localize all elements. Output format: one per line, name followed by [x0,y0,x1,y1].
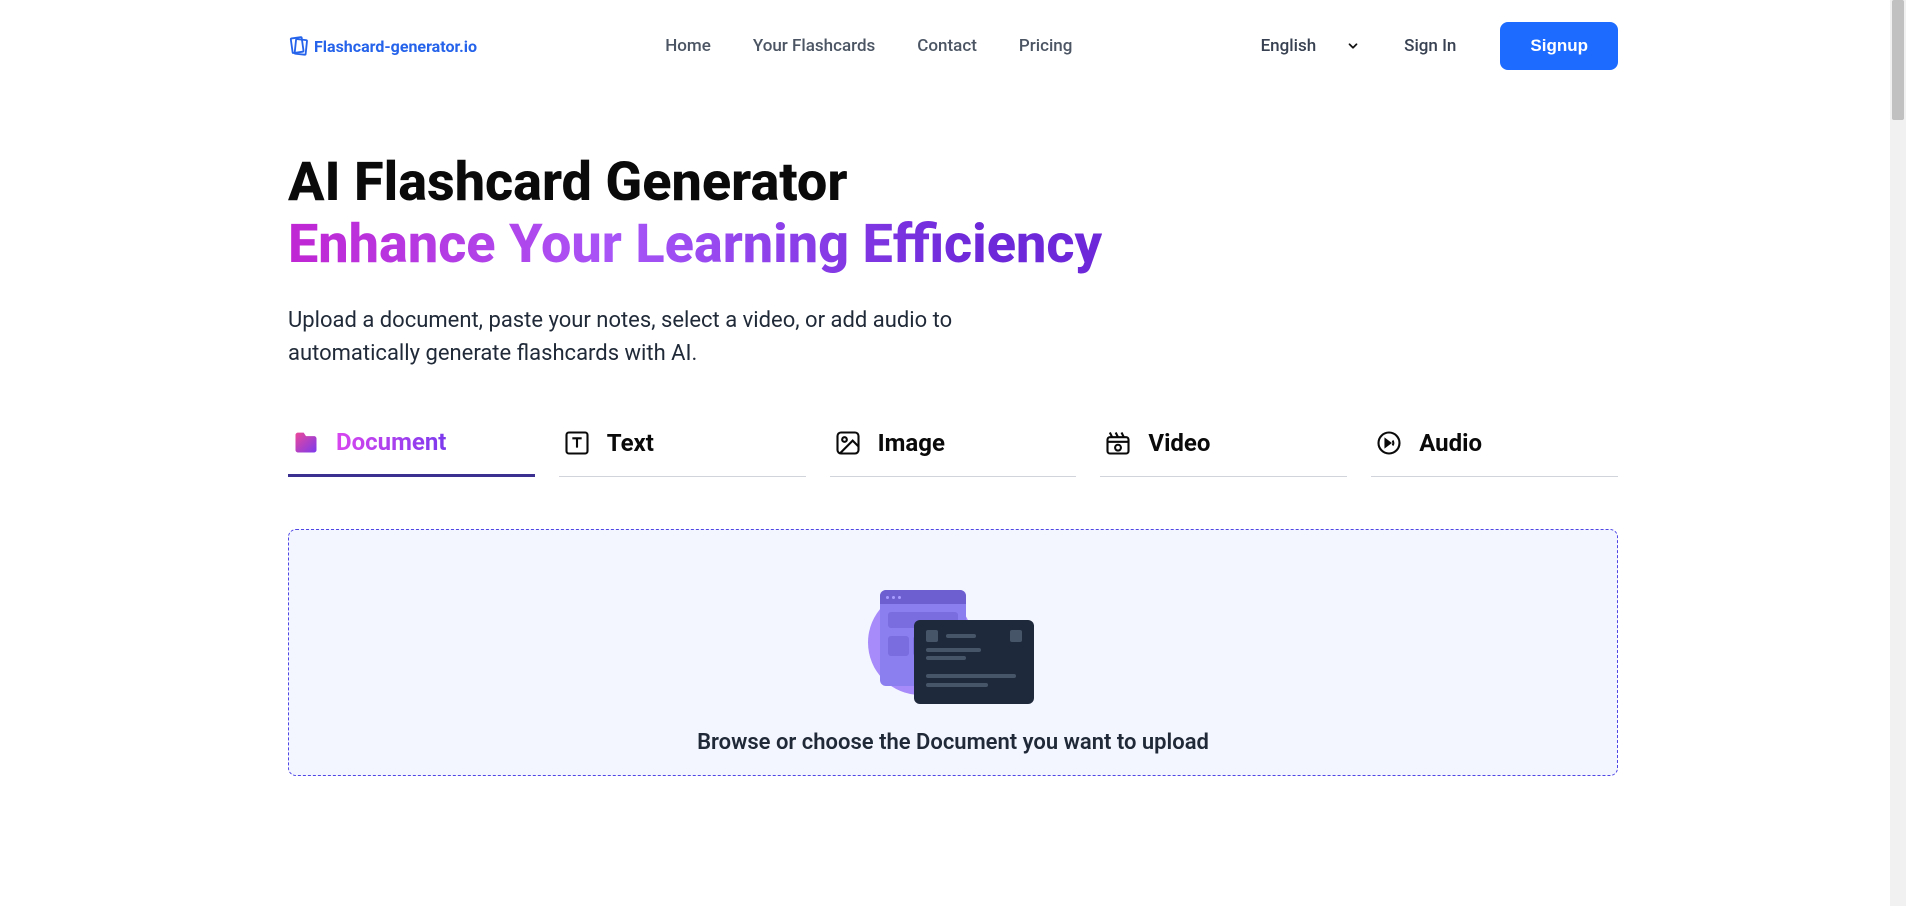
text-icon [563,429,591,457]
tab-video[interactable]: Video [1100,418,1347,477]
signup-button[interactable]: Signup [1500,22,1618,70]
chevron-down-icon [1346,39,1360,53]
logo[interactable]: Flashcard-generator.io [288,35,477,57]
video-icon [1104,429,1132,457]
tab-document-label: Document [336,428,446,456]
hero-title-line1: AI Flashcard Generator [288,151,847,214]
main-nav: Home Your Flashcards Contact Pricing [665,36,1072,56]
document-icon [292,428,320,456]
language-label: English [1261,36,1317,56]
tab-text-label: Text [607,429,654,457]
tab-image-label: Image [878,429,945,457]
nav-contact[interactable]: Contact [917,36,977,56]
language-select[interactable]: English [1261,36,1361,56]
scrollbar-thumb[interactable] [1892,0,1904,120]
nav-pricing[interactable]: Pricing [1019,36,1073,56]
tab-document[interactable]: Document [288,418,535,477]
upload-dropzone[interactable]: Browse or choose the Document you want t… [288,529,1618,776]
tab-video-label: Video [1148,429,1210,457]
hero-title: AI Flashcard Generator Enhance Your Lear… [288,152,1618,276]
upload-prompt: Browse or choose the Document you want t… [309,730,1597,755]
tab-text[interactable]: Text [559,418,806,477]
hero-section: AI Flashcard Generator Enhance Your Lear… [288,92,1618,776]
signin-link[interactable]: Sign In [1404,36,1456,56]
logo-text: Flashcard-generator.io [314,37,477,56]
nav-home[interactable]: Home [665,36,711,56]
input-type-tabs: Document Text Image [288,418,1618,477]
hero-subtitle: Upload a document, paste your notes, sel… [288,304,1038,370]
nav-your-flashcards[interactable]: Your Flashcards [753,36,875,56]
tab-audio-label: Audio [1419,429,1482,457]
tab-image[interactable]: Image [830,418,1077,477]
tab-audio[interactable]: Audio [1371,418,1618,477]
logo-icon [288,35,310,57]
header: Flashcard-generator.io Home Your Flashca… [288,0,1618,92]
header-right: English Sign In Signup [1261,22,1618,70]
image-icon [834,429,862,457]
hero-title-line2: Enhance Your Learning Efficiency [288,214,1102,276]
upload-illustration [868,590,1038,710]
audio-icon [1375,429,1403,457]
